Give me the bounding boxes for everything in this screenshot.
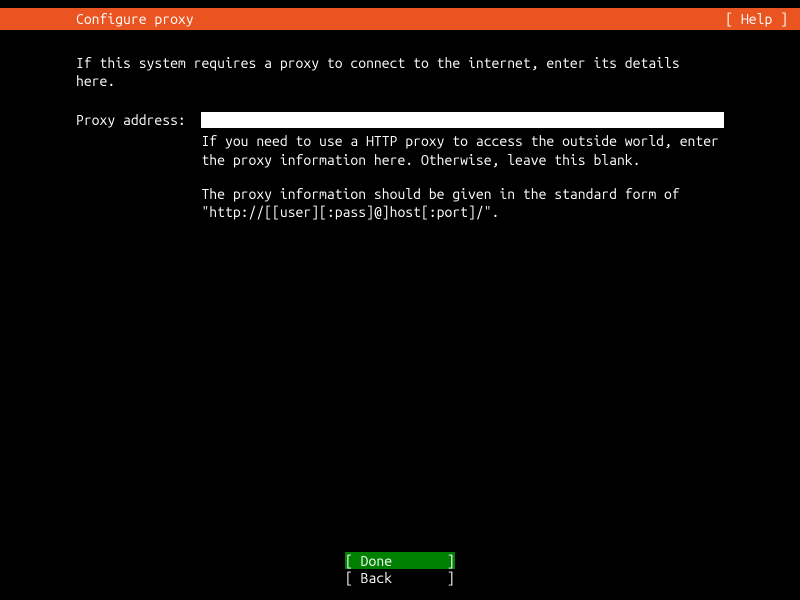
bottom-buttons: [ Done ] [ Back ] bbox=[0, 552, 800, 586]
back-button[interactable]: [ Back ] bbox=[345, 569, 455, 586]
help-button[interactable]: [ Help ] bbox=[725, 11, 788, 27]
proxy-help-text-1: If you need to use a HTTP proxy to acces… bbox=[201, 132, 724, 168]
page-title: Configure proxy bbox=[76, 11, 194, 27]
content-area: If this system requires a proxy to conne… bbox=[0, 30, 800, 221]
top-black-bar bbox=[0, 0, 800, 8]
proxy-address-input[interactable] bbox=[201, 112, 724, 128]
intro-text: If this system requires a proxy to conne… bbox=[76, 54, 724, 90]
proxy-help-text-2: The proxy information should be given in… bbox=[201, 185, 724, 221]
proxy-address-label: Proxy address: bbox=[76, 112, 201, 128]
done-button[interactable]: [ Done ] bbox=[345, 552, 455, 569]
form-right-column: If you need to use a HTTP proxy to acces… bbox=[201, 112, 724, 221]
header-bar: Configure proxy [ Help ] bbox=[0, 8, 800, 30]
proxy-form-row: Proxy address: If you need to use a HTTP… bbox=[76, 112, 724, 221]
